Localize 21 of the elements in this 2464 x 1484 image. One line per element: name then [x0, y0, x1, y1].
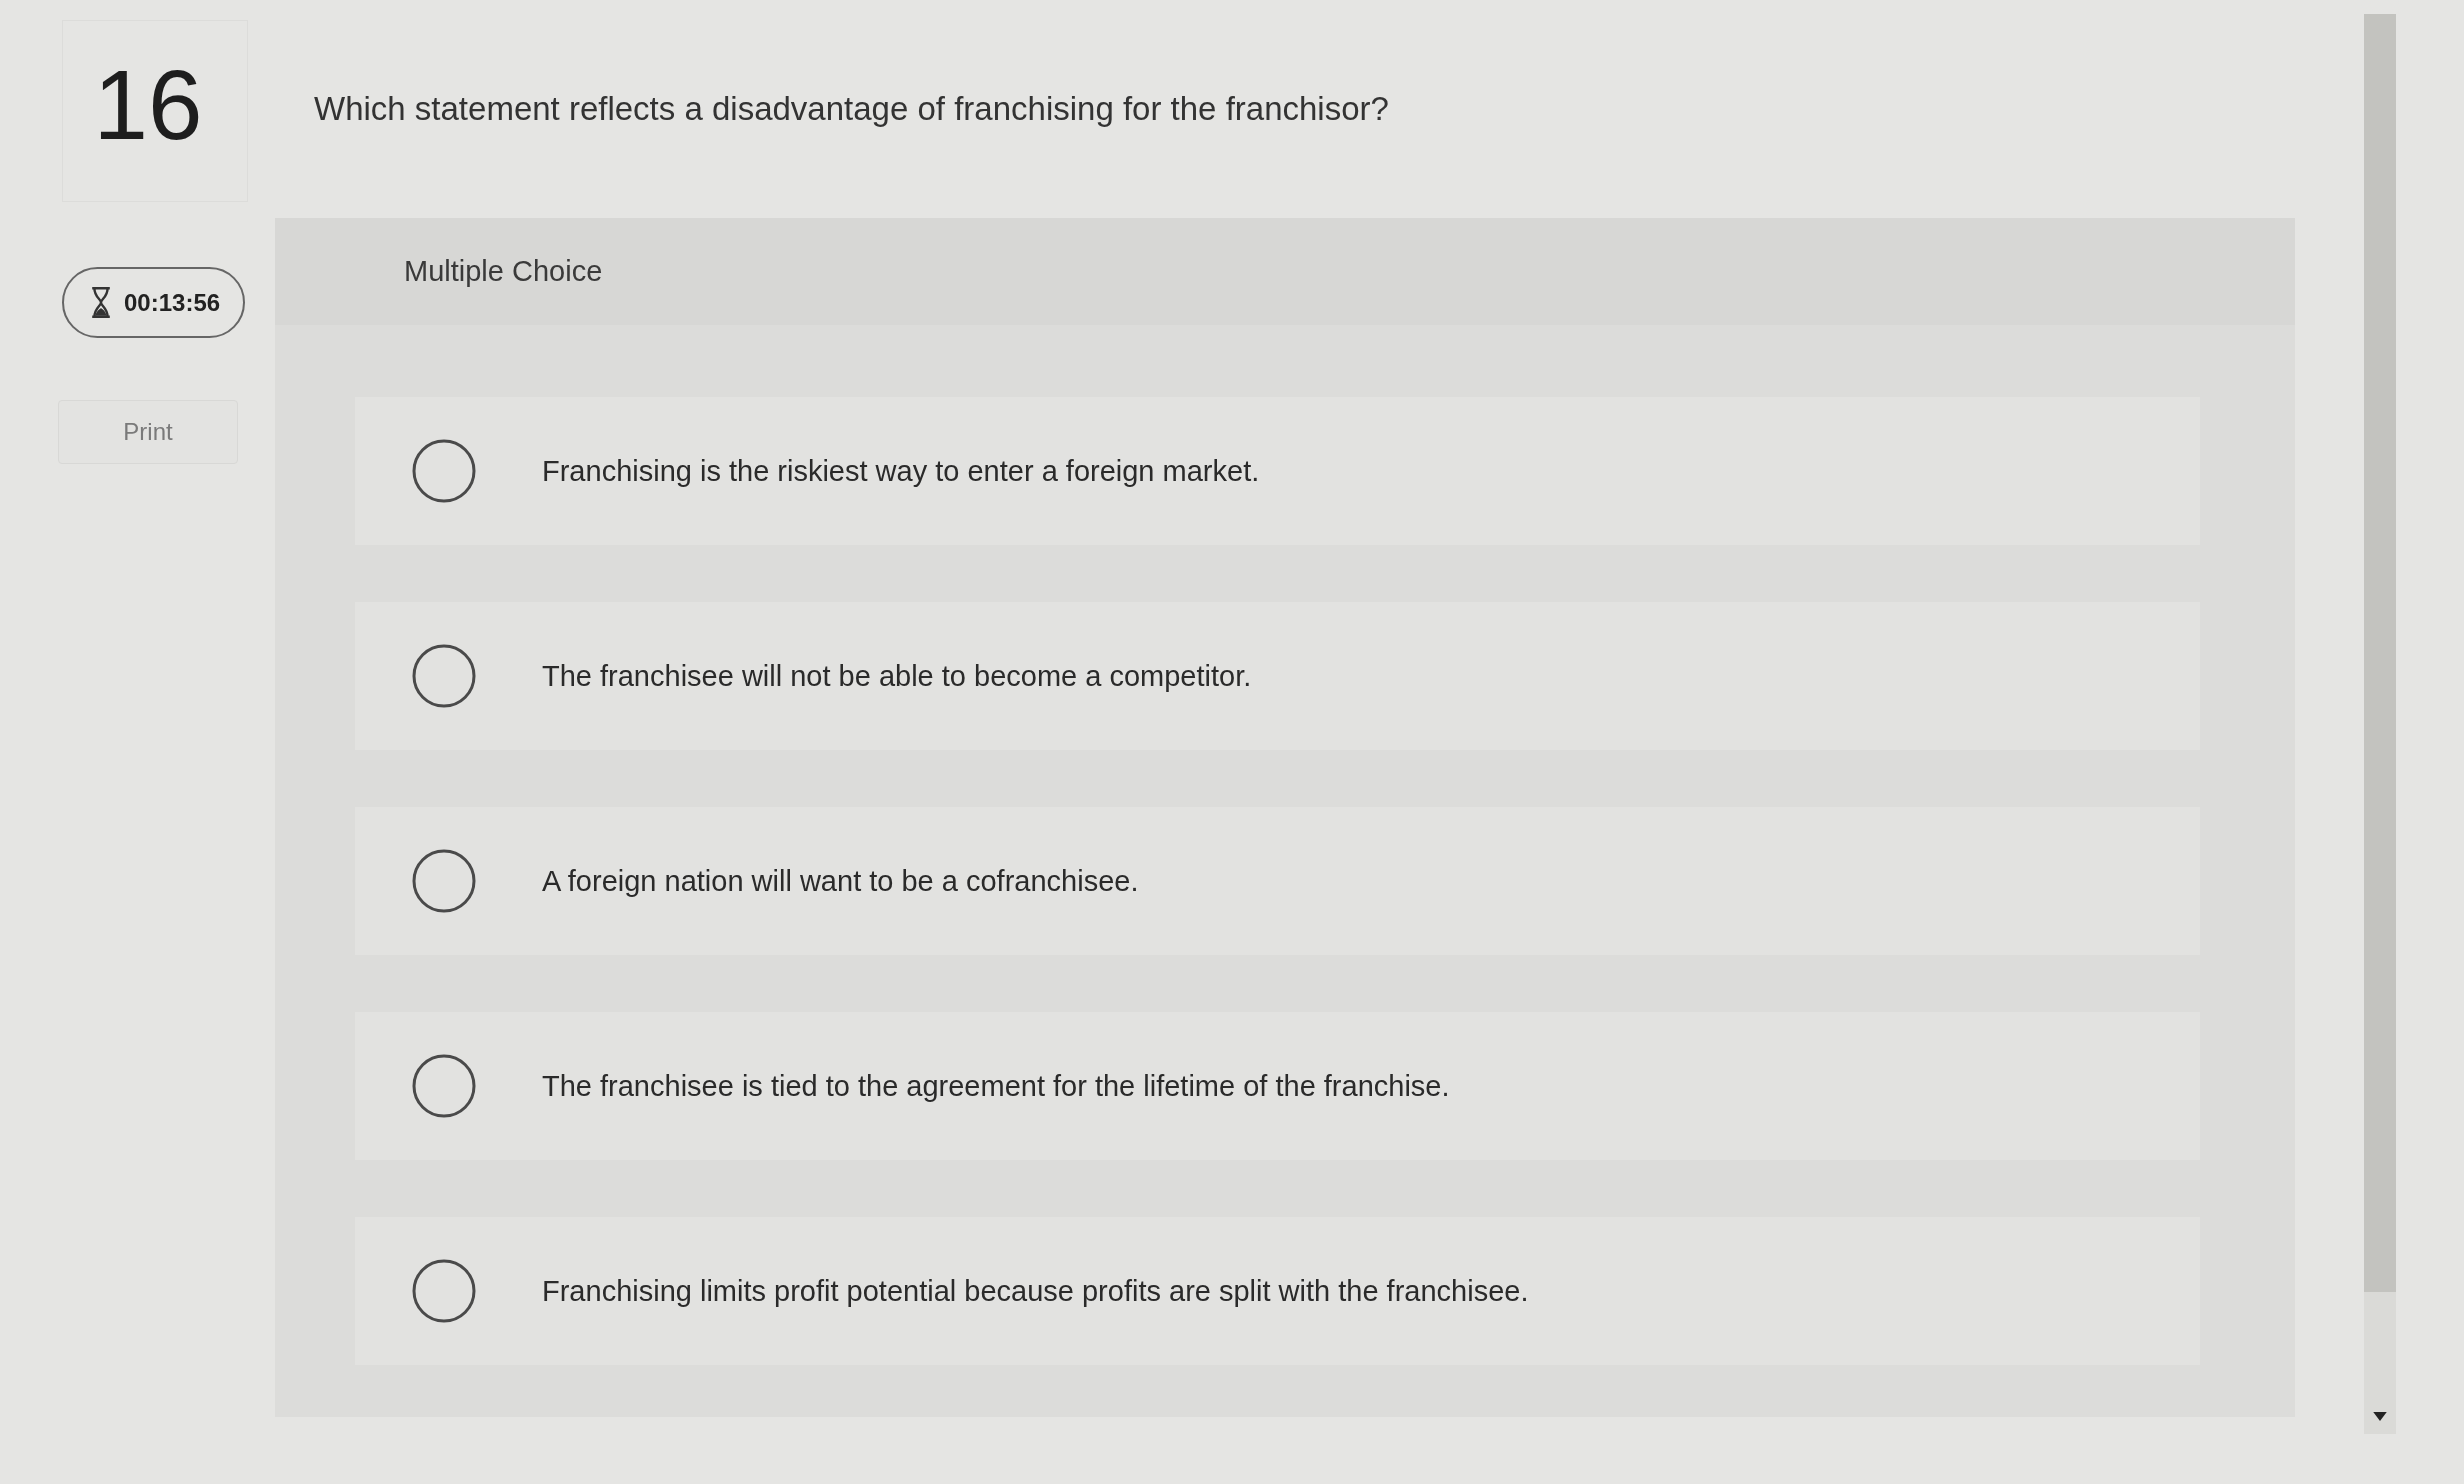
answer-option[interactable]: Franchising limits profit potential because profits are split with the franchisee.: [355, 1217, 2200, 1365]
radio-button-icon[interactable]: [412, 1054, 476, 1118]
timer-time: 00:13:56: [124, 288, 221, 317]
answer-option[interactable]: The franchisee is tied to the agreement for the lifetime of the franchise.: [355, 1012, 2200, 1160]
option-text: Franchising is the riskiest way to enter a foreign market.: [542, 454, 1260, 488]
answer-option[interactable]: The franchisee will not be able to become a competitor.: [355, 602, 2200, 750]
radio-button-icon[interactable]: [412, 644, 476, 708]
question-type-label: Multiple Choice: [404, 255, 603, 288]
scroll-down-arrow-icon[interactable]: [2373, 1412, 2387, 1421]
option-text: The franchisee is tied to the agreement for the lifetime of the franchise.: [542, 1069, 1450, 1103]
option-text: The franchisee will not be able to become a competitor.: [542, 659, 1252, 693]
radio-button-icon[interactable]: [412, 439, 476, 503]
radio-button-icon[interactable]: [412, 1259, 476, 1323]
answer-option[interactable]: Franchising is the riskiest way to enter a foreign market.: [355, 397, 2200, 545]
option-text: Franchising limits profit potential because profits are split with the franchisee.: [542, 1274, 1529, 1308]
radio-button-icon[interactable]: [412, 849, 476, 913]
answer-option[interactable]: A foreign nation will want to be a cofranchisee.: [355, 807, 2200, 955]
question-number: 16: [62, 20, 248, 202]
option-text: A foreign nation will want to be a cofranchisee.: [542, 864, 1139, 898]
question-text: Which statement reflects a disadvantage of franchising for the franchisor?: [314, 90, 1389, 128]
hourglass-icon: [90, 286, 112, 319]
